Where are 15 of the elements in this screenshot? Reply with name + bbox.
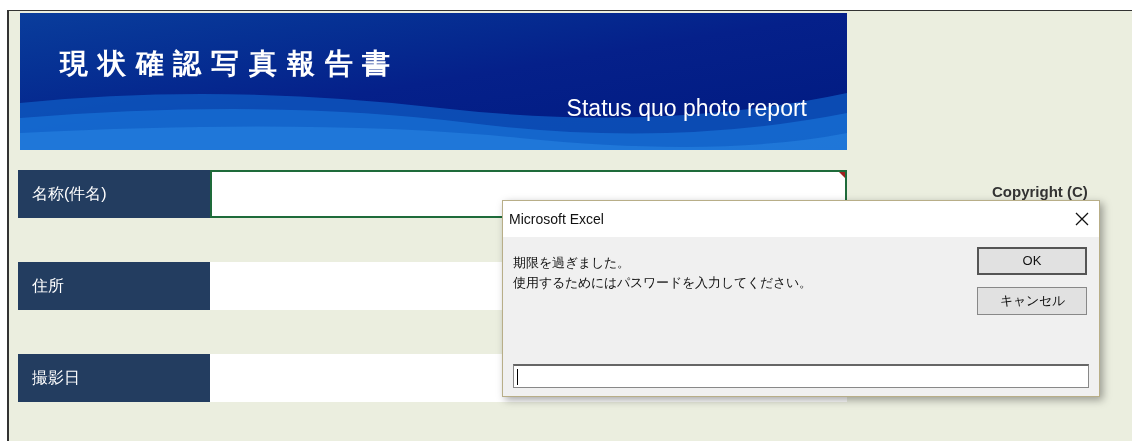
password-field[interactable] bbox=[513, 364, 1089, 388]
report-title: 現状確認写真報告書 bbox=[60, 46, 402, 82]
field-label: 撮影日 bbox=[18, 354, 210, 402]
dialog-message: 期限を過ぎました。 bbox=[513, 254, 631, 272]
close-icon[interactable] bbox=[1075, 212, 1089, 226]
field-label: 名称(件名) bbox=[18, 170, 210, 218]
field-label: 住所 bbox=[18, 262, 210, 310]
text-cursor-icon bbox=[517, 368, 518, 385]
dialog-button[interactable]: OK bbox=[977, 247, 1087, 275]
dialog-message: 使用するためにはパスワードを入力してください。 bbox=[513, 274, 813, 292]
dialog-title: Microsoft Excel bbox=[509, 209, 604, 229]
copyright-text: Copyright (C) bbox=[992, 182, 1088, 202]
dialog-button[interactable]: キャンセル bbox=[977, 287, 1087, 315]
comment-marker-icon bbox=[839, 172, 845, 178]
report-subtitle: Status quo photo report bbox=[566, 94, 807, 123]
